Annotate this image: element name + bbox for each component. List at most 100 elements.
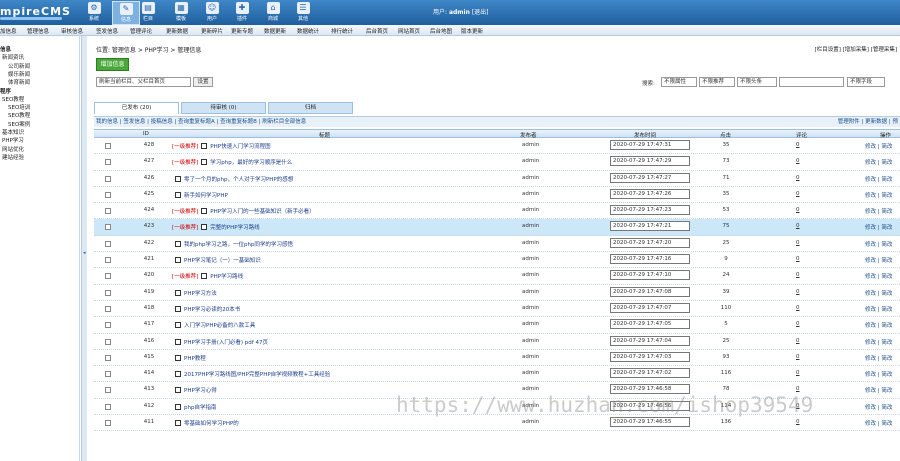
row-title-link[interactable]: PHP学习路线 (210, 274, 243, 280)
row-title-link[interactable]: PHP学习心得 (184, 388, 217, 394)
sidebar-group[interactable]: 程序 (0, 87, 11, 95)
column-links[interactable]: [栏目设置] [增加采集] [管理采集] (815, 45, 897, 53)
row-time-field[interactable]: 2020-07-29 17:47:05 (610, 319, 690, 330)
table-row[interactable]: 428 [一级推荐] PHP快速入门学习流程图 admin 2020-07-29 17:… (94, 138, 900, 155)
sidebar-item[interactable]: 公司新闻 (8, 62, 30, 70)
subnav-item[interactable]: 加信息 (0, 27, 17, 35)
subnav-item[interactable]: 审核信息 (61, 27, 83, 35)
table-row[interactable]: 422 我的php学习之路，一位php同学的学习感悟 admin 2020-07-29… (94, 236, 900, 253)
row-comments-link[interactable]: 0 (796, 403, 800, 409)
row-comments-link[interactable]: 0 (796, 386, 800, 392)
subnav-item[interactable]: 更新专题 (231, 27, 253, 35)
tab-published[interactable]: 已发布 (20) (94, 102, 179, 114)
edit-icon[interactable] (175, 191, 181, 198)
row-time-field[interactable]: 2020-07-29 17:47:10 (610, 270, 690, 281)
row-actions[interactable]: 修改 | 简改 (865, 321, 892, 329)
row-comments-link[interactable]: 0 (796, 321, 800, 327)
sidebar-item[interactable]: PHP学习 (2, 136, 24, 144)
row-title-link[interactable]: 学习php，最好的学习顺序是什么 (210, 160, 292, 166)
row-time-field[interactable]: 2020-07-29 17:46:56 (610, 400, 690, 411)
col-id[interactable]: ID (143, 131, 149, 137)
row-actions[interactable]: 修改 | 简改 (865, 142, 892, 150)
sidebar-item[interactable]: 网站优化 (2, 145, 24, 153)
row-checkbox[interactable] (105, 403, 111, 410)
subnav-item[interactable]: 数据统计 (297, 27, 319, 35)
row-title-link[interactable]: PHP学习手册(入门必看) pdf 47页 (184, 340, 268, 346)
row-comments-link[interactable]: 0 (796, 191, 800, 197)
row-comments-link[interactable]: 0 (796, 370, 800, 376)
top-menu-template[interactable]: ▦ 模板 (167, 1, 195, 25)
row-time-field[interactable]: 2020-07-29 17:47:21 (610, 221, 690, 232)
sidebar-item[interactable]: 新闻资讯 (2, 53, 24, 61)
row-title-link[interactable]: PHP快速入门学习流程图 (210, 144, 270, 150)
row-comments-link[interactable]: 0 (796, 419, 800, 425)
row-title-link[interactable]: 完整的PHP学习路线 (210, 225, 259, 231)
table-row[interactable]: 416 PHP学习手册(入门必看) pdf 47页 admin 2020-07-29 … (94, 334, 900, 350)
row-time-field[interactable]: 2020-07-29 17:47:26 (610, 188, 690, 199)
row-time-field[interactable]: 2020-07-29 17:47:08 (610, 286, 690, 297)
table-row[interactable]: 417 入门学习PHP必备的八款工具 admin 2020-07-29 17:47:0… (94, 317, 900, 334)
edit-icon[interactable] (201, 208, 208, 215)
row-actions[interactable]: 修改 | 简改 (865, 191, 892, 199)
refresh-select[interactable]: 刷新当前栏目、父栏目首页 (96, 77, 191, 87)
edit-icon[interactable] (175, 354, 181, 361)
row-title-link[interactable]: php自学指南 (184, 405, 216, 411)
row-checkbox[interactable] (105, 159, 111, 166)
top-menu-user[interactable]: ☺ 用户 (198, 1, 226, 25)
table-row[interactable]: 415 PHP教程 admin 2020-07-29 17:47:03 93 0 修改 | … (94, 350, 900, 367)
row-title-link[interactable]: 零了一个月的php，个人对于学习PHP的感想 (184, 177, 293, 183)
row-time-field[interactable]: 2020-07-29 17:47:27 (610, 172, 690, 183)
logout-link[interactable]: [退出] (472, 9, 489, 16)
row-time-field[interactable]: 2020-07-29 17:47:20 (610, 237, 690, 248)
row-comments-link[interactable]: 0 (796, 158, 800, 164)
subnav-item[interactable]: 版本更新 (461, 27, 483, 35)
edit-icon[interactable] (175, 289, 181, 296)
row-comments-link[interactable]: 0 (796, 289, 800, 295)
row-comments-link[interactable]: 0 (796, 338, 800, 344)
row-comments-link[interactable]: 0 (796, 305, 800, 311)
row-comments-link[interactable]: 0 (796, 256, 800, 262)
row-checkbox[interactable] (105, 224, 111, 231)
row-actions[interactable]: 修改 | 简改 (865, 158, 892, 166)
table-row[interactable]: 424 [一级推荐] PHP学习入门的一些基础知识（新手必看） admin 2020-0… (94, 203, 900, 220)
row-checkbox[interactable] (105, 354, 111, 361)
table-row[interactable]: 425 新手如何学习PHP admin 2020-07-29 17:47:26 35 0 修… (94, 187, 900, 204)
row-checkbox[interactable] (105, 143, 111, 149)
sidebar-item[interactable]: 体育新闻 (8, 78, 30, 86)
table-row[interactable]: 412 php自学指南 admin 2020-07-29 17:46:56 114 0 修改… (94, 399, 900, 416)
search-input[interactable] (779, 77, 844, 87)
subnav-item[interactable]: 后台首页 (366, 27, 388, 35)
row-actions[interactable]: 修改 | 简改 (865, 403, 892, 411)
row-actions[interactable]: 修改 | 简改 (865, 370, 892, 378)
row-comments-link[interactable]: 0 (796, 223, 800, 229)
row-comments-link[interactable]: 0 (796, 354, 800, 360)
row-checkbox[interactable] (105, 273, 111, 280)
set-button[interactable]: 设置 (193, 77, 213, 87)
sidebar-group[interactable]: 信息 (0, 45, 11, 53)
row-actions[interactable]: 修改 | 简改 (865, 223, 892, 231)
row-checkbox[interactable] (105, 387, 111, 394)
table-row[interactable]: 411 零基础如何学习PHP的 admin 2020-07-29 17:46:55 13… (94, 415, 900, 432)
edit-icon[interactable] (175, 338, 181, 345)
table-row[interactable]: 421 PHP学习笔记（一）一基础知识 admin 2020-07-29 17:47:… (94, 252, 900, 269)
row-actions[interactable]: 修改 | 简改 (865, 354, 892, 362)
filter-field-select[interactable]: 不限字段 (847, 77, 885, 87)
subnav-item[interactable]: 数据更新 (264, 27, 286, 35)
row-checkbox[interactable] (105, 191, 111, 198)
filter-headline-select[interactable]: 不限头条 (737, 77, 777, 87)
row-actions[interactable]: 修改 | 简改 (865, 419, 892, 427)
row-title-link[interactable]: 我的php学习之路，一位php同学的学习感悟 (184, 242, 293, 248)
top-menu-shop[interactable]: ⌂ 商城 (259, 1, 287, 25)
sidebar-item[interactable]: 建站经验 (2, 153, 24, 161)
sidebar-item[interactable]: SEO教程 (2, 95, 24, 103)
edit-icon[interactable] (201, 273, 208, 280)
subnav-item[interactable]: 更新数据 (166, 27, 188, 35)
edit-icon[interactable] (175, 387, 181, 394)
table-row[interactable]: 419 PHP学习方法 admin 2020-07-29 17:47:08 39 0 修改 … (94, 285, 900, 301)
row-checkbox[interactable] (105, 371, 111, 378)
edit-icon[interactable] (175, 240, 181, 247)
table-row[interactable]: 426 零了一个月的php，个人对于学习PHP的感想 admin 2020-07-29… (94, 171, 900, 187)
sidebar-item[interactable]: 娱乐新闻 (8, 70, 30, 78)
table-row[interactable]: 420 [一级推荐] PHP学习路线 admin 2020-07-29 17:47:10… (94, 268, 900, 285)
table-row[interactable]: 423 [一级推荐] 完整的PHP学习路线 admin 2020-07-29 17:47… (94, 219, 900, 236)
